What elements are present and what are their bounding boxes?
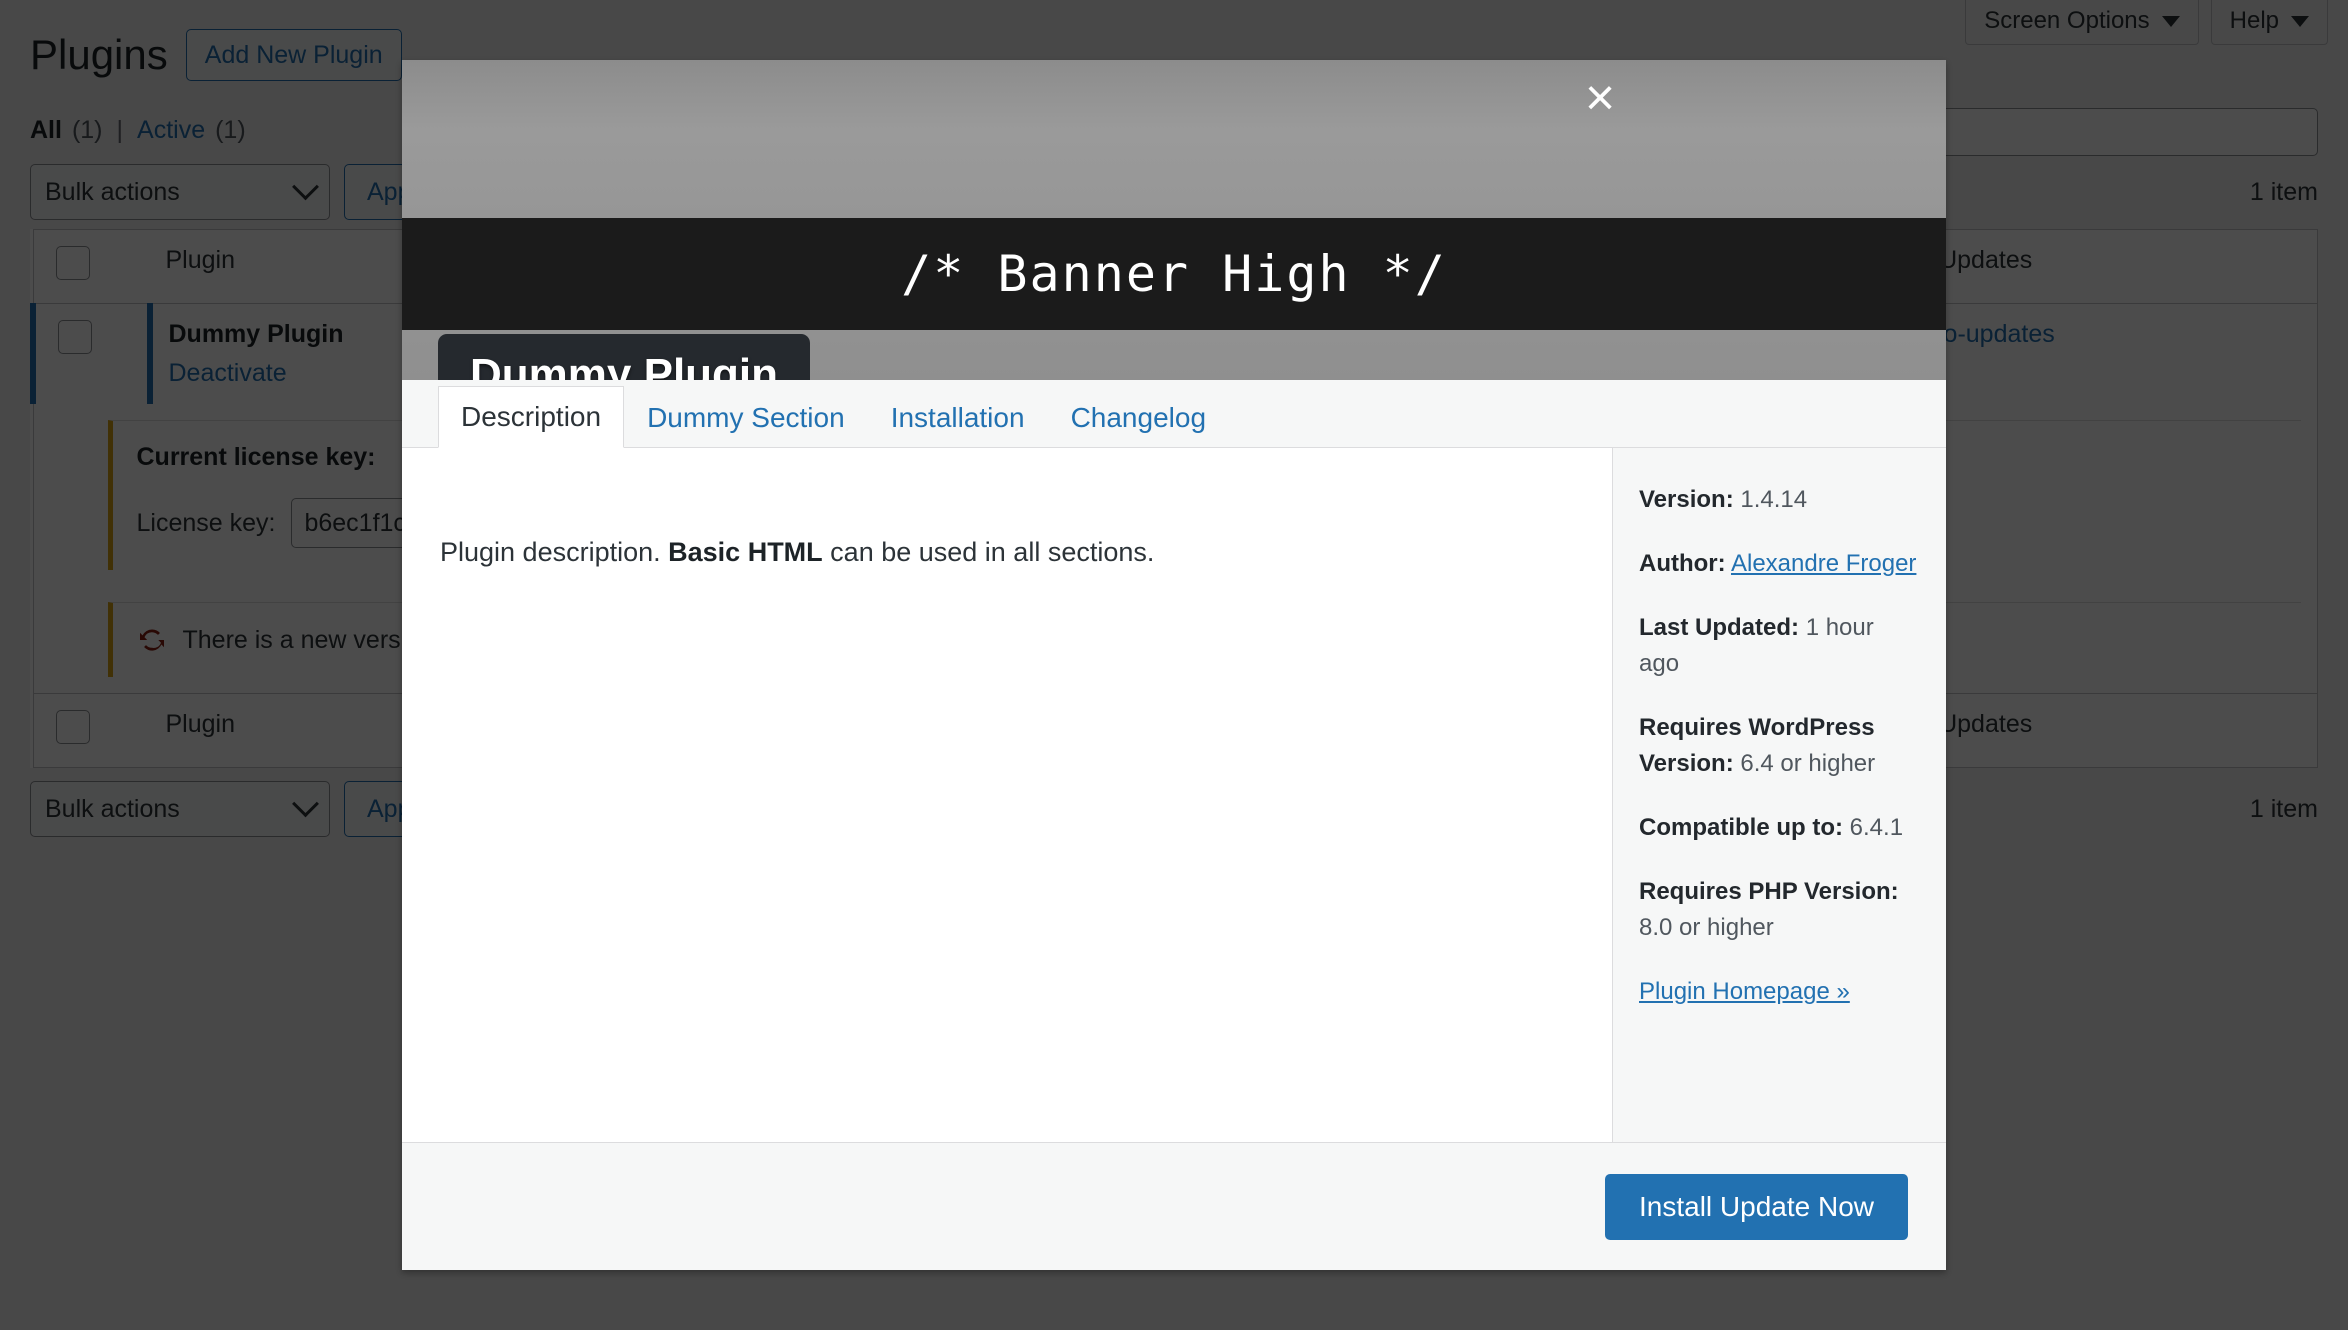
meta-requires-wp-value: 6.4 or higher: [1740, 750, 1876, 777]
meta-version-label: Version:: [1639, 486, 1734, 513]
meta-compatible: Compatible up to: 6.4.1: [1639, 810, 1920, 846]
meta-last-updated-label: Last Updated:: [1639, 614, 1800, 641]
meta-version-value: 1.4.14: [1740, 486, 1808, 513]
meta-compatible-value: 6.4.1: [1849, 814, 1904, 841]
plugin-description-text: Plugin description. Basic HTML can be us…: [440, 531, 1574, 574]
tab-changelog[interactable]: Changelog: [1048, 387, 1229, 448]
meta-compatible-label: Compatible up to:: [1639, 814, 1843, 841]
modal-header: /* Banner High */ Dummy Plugin: [402, 60, 1946, 380]
description-after: can be used in all sections.: [822, 537, 1155, 567]
modal-plugin-title: Dummy Plugin: [438, 334, 811, 380]
meta-requires-wp: Requires WordPress Version: 6.4 or highe…: [1639, 710, 1920, 782]
modal-tab-bar: Description Dummy Section Installation C…: [402, 380, 1946, 448]
meta-requires-php-label: Requires PHP Version:: [1639, 878, 1899, 905]
meta-requires-php-value: 8.0 or higher: [1639, 914, 1774, 941]
close-icon[interactable]: ×: [1560, 58, 1640, 138]
meta-homepage: Plugin Homepage »: [1639, 974, 1920, 1010]
meta-last-updated: Last Updated: 1 hour ago: [1639, 610, 1920, 682]
tab-dummy-section[interactable]: Dummy Section: [624, 387, 868, 448]
tab-installation[interactable]: Installation: [868, 387, 1048, 448]
modal-body: Plugin description. Basic HTML can be us…: [402, 448, 1946, 1142]
plugin-banner: /* Banner High */: [402, 218, 1946, 330]
meta-author: Author: Alexandre Froger: [1639, 546, 1920, 582]
meta-author-label: Author:: [1639, 550, 1726, 577]
modal-footer: Install Update Now: [402, 1142, 1946, 1270]
plugin-homepage-link[interactable]: Plugin Homepage »: [1639, 978, 1850, 1005]
tab-description[interactable]: Description: [438, 386, 625, 448]
modal-description-pane: Plugin description. Basic HTML can be us…: [402, 448, 1612, 1142]
plugin-information-modal: /* Banner High */ Dummy Plugin Descripti…: [402, 60, 1946, 1270]
description-before: Plugin description.: [440, 537, 669, 567]
modal-info-sidebar: Version: 1.4.14 Author: Alexandre Froger…: [1612, 448, 1946, 1142]
meta-requires-php: Requires PHP Version: 8.0 or higher: [1639, 874, 1920, 946]
description-bold: Basic HTML: [668, 537, 823, 567]
meta-author-link[interactable]: Alexandre Froger: [1731, 550, 1916, 577]
meta-version: Version: 1.4.14: [1639, 482, 1920, 518]
plugin-banner-text: /* Banner High */: [901, 245, 1447, 303]
install-update-now-button[interactable]: Install Update Now: [1604, 1173, 1908, 1240]
